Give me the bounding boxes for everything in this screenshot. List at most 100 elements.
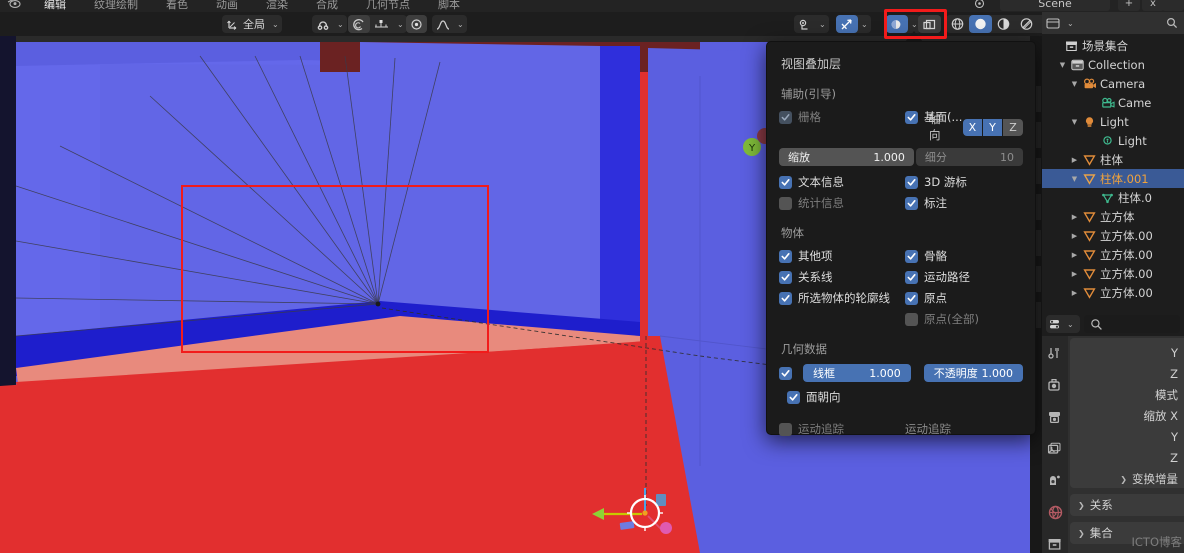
axis-toggle-group[interactable]: X Y Z	[962, 118, 1023, 136]
disclosure-triangle[interactable]: ▶	[1068, 156, 1081, 164]
properties-tab-render[interactable]	[1046, 376, 1064, 393]
gizmo-group[interactable]: ⌄	[794, 15, 829, 33]
statistics-checkbox-group[interactable]: 统计信息	[779, 195, 905, 211]
annotations-checkbox-group[interactable]: 标注	[905, 195, 947, 211]
overlays-arrows-icon[interactable]	[836, 15, 858, 33]
outliner-row-mesh-4[interactable]: ▶ 立方体.00	[1042, 264, 1184, 283]
origins-all-checkbox[interactable]	[905, 312, 918, 326]
snap-target-group[interactable]	[406, 15, 427, 33]
magnet-icon[interactable]	[312, 15, 334, 33]
outline-selected-checkbox[interactable]	[779, 291, 792, 305]
cursor-3d-checkbox[interactable]	[905, 175, 918, 189]
outliner-row-scene-collection[interactable]: ▶ 场景集合	[1042, 36, 1184, 55]
proportional-edit-icon[interactable]	[348, 15, 370, 33]
disclosure-triangle[interactable]: ▶	[1068, 251, 1081, 259]
wireframe-checkbox[interactable]	[779, 366, 792, 380]
floor-checkbox[interactable]	[905, 110, 918, 124]
disclosure-triangle[interactable]: ▼	[1068, 175, 1081, 183]
wireframe-slider[interactable]: 线框 1.000	[803, 364, 911, 382]
overlays-group[interactable]: ⌄	[836, 15, 871, 33]
disclosure-triangle[interactable]: ▶	[1068, 270, 1081, 278]
snap-target-icon[interactable]	[406, 15, 427, 33]
workspace-tab-4[interactable]: 渲染	[252, 0, 302, 12]
transform-row-y[interactable]: Y	[1070, 343, 1178, 364]
falloff-curve-icon[interactable]	[370, 15, 394, 33]
delta-transform-row[interactable]: ❯ 变换增量	[1070, 469, 1178, 490]
workspace-tab-3[interactable]: 动画	[202, 0, 252, 12]
motion-tracking-checkbox-group[interactable]: 运动追踪	[779, 421, 905, 437]
transform-row-scale-z[interactable]: Z	[1070, 448, 1178, 469]
disclosure-triangle[interactable]: ▶	[1068, 289, 1081, 297]
properties-tab-view-layer[interactable]	[1046, 440, 1064, 457]
properties-editor-type-button[interactable]: ⌄	[1046, 315, 1080, 333]
workspace-tab-7[interactable]: 脚本	[424, 0, 474, 12]
text-info-checkbox[interactable]	[779, 175, 792, 189]
grid-checkbox[interactable]	[779, 110, 792, 124]
extras-checkbox-group[interactable]: 其他项	[779, 248, 905, 264]
grid-scale-field[interactable]: 缩放 1.000	[779, 148, 914, 166]
chevron-down-icon[interactable]: ⌄	[269, 20, 282, 29]
properties-search-input[interactable]	[1083, 315, 1180, 333]
grid-checkbox-group[interactable]: 栅格	[779, 109, 905, 125]
snap-group[interactable]: ⌄	[312, 15, 347, 33]
outliner-row-mesh-selected[interactable]: ▼ 柱体.001	[1042, 169, 1184, 188]
chevron-down-icon[interactable]: ⌄	[816, 20, 829, 29]
chevron-down-icon[interactable]: ⌄	[454, 20, 467, 29]
chevron-down-icon[interactable]: ⌄	[858, 20, 871, 29]
move-gizmo-icon[interactable]	[590, 486, 710, 546]
outliner-row-light[interactable]: ▼ Light	[1042, 112, 1184, 131]
transform-row-scale-x[interactable]: 缩放 X	[1070, 406, 1178, 427]
workspace-tab-1[interactable]: 纹理绘制	[80, 0, 152, 12]
face-orientation-checkbox-group[interactable]: 面朝向	[779, 389, 841, 405]
axis-z-button[interactable]: Z	[1003, 118, 1023, 136]
shading-solid-icon[interactable]	[969, 15, 992, 33]
workspace-tab-5[interactable]: 合成	[302, 0, 352, 12]
outliner-row-mesh-5[interactable]: ▶ 立方体.00	[1042, 283, 1184, 302]
disclosure-triangle[interactable]: ▶	[1068, 213, 1081, 221]
origins-checkbox-group[interactable]: 原点	[905, 290, 947, 306]
outliner-display-mode-icon[interactable]	[1046, 17, 1061, 30]
opacity-slider[interactable]: 不透明度 1.000	[923, 364, 1023, 382]
properties-tab-collection[interactable]	[1046, 536, 1064, 553]
outliner-row-collection[interactable]: ▼ Collection	[1042, 55, 1184, 74]
smooth-falloff-icon[interactable]	[432, 15, 454, 33]
outliner-row-mesh-data[interactable]: ▶ 柱体.0	[1042, 188, 1184, 207]
extras-checkbox[interactable]	[779, 249, 792, 263]
blender-logo-icon[interactable]	[6, 0, 26, 11]
origins-checkbox[interactable]	[905, 291, 918, 305]
axis-y-button[interactable]: Y	[982, 118, 1004, 136]
cursor-3d-checkbox-group[interactable]: 3D 游标	[905, 174, 967, 190]
text-info-checkbox-group[interactable]: 文本信息	[779, 174, 905, 190]
motion-paths-checkbox[interactable]	[905, 270, 918, 284]
properties-tab-output[interactable]	[1046, 408, 1064, 425]
new-scene-button[interactable]: +	[1118, 0, 1140, 11]
properties-tab-scene[interactable]	[1046, 472, 1064, 489]
outliner-row-mesh-2[interactable]: ▶ 立方体.00	[1042, 226, 1184, 245]
shading-modes-group[interactable]: ⌄	[946, 15, 1051, 33]
shading-wireframe-icon[interactable]	[946, 15, 969, 33]
bones-checkbox-group[interactable]: 骨骼	[905, 248, 947, 264]
transform-orientation-group[interactable]: 全局 ⌄	[222, 15, 282, 33]
statistics-checkbox[interactable]	[779, 196, 792, 210]
relationship-lines-checkbox[interactable]	[779, 270, 792, 284]
disclosure-triangle[interactable]: ▶	[1068, 232, 1081, 240]
outliner-row-light-data[interactable]: ▶ Light	[1042, 131, 1184, 150]
transform-orientation-icon[interactable]: 全局	[222, 15, 269, 33]
transform-row-mode[interactable]: 模式	[1070, 385, 1178, 406]
chevron-down-icon[interactable]: ⌄	[394, 20, 407, 29]
workspace-tab-6[interactable]: 几何节点	[352, 0, 424, 12]
filter-icon[interactable]	[1166, 17, 1178, 29]
motion-tracking-checkbox[interactable]	[779, 422, 792, 436]
outliner-row-mesh-1[interactable]: ▶ 立方体	[1042, 207, 1184, 226]
chevron-down-icon[interactable]: ⌄	[1064, 19, 1077, 28]
proportional-edit-group[interactable]: ⌄	[348, 15, 407, 33]
origins-all-checkbox-group[interactable]: 原点(全部)	[905, 311, 979, 327]
relations-panel-header[interactable]: ❯ 关系	[1070, 494, 1184, 516]
view-layer-icon[interactable]	[1162, 0, 1184, 11]
collections-panel-header[interactable]: ❯ 集合	[1070, 522, 1184, 544]
chevron-down-icon[interactable]: ⌄	[1064, 320, 1077, 329]
outliner-row-camera-data[interactable]: ▶ Came	[1042, 93, 1184, 112]
motion-paths-checkbox-group[interactable]: 运动路径	[905, 269, 970, 285]
disclosure-triangle[interactable]: ▼	[1068, 80, 1081, 88]
shading-rendered-icon[interactable]	[1015, 15, 1038, 33]
